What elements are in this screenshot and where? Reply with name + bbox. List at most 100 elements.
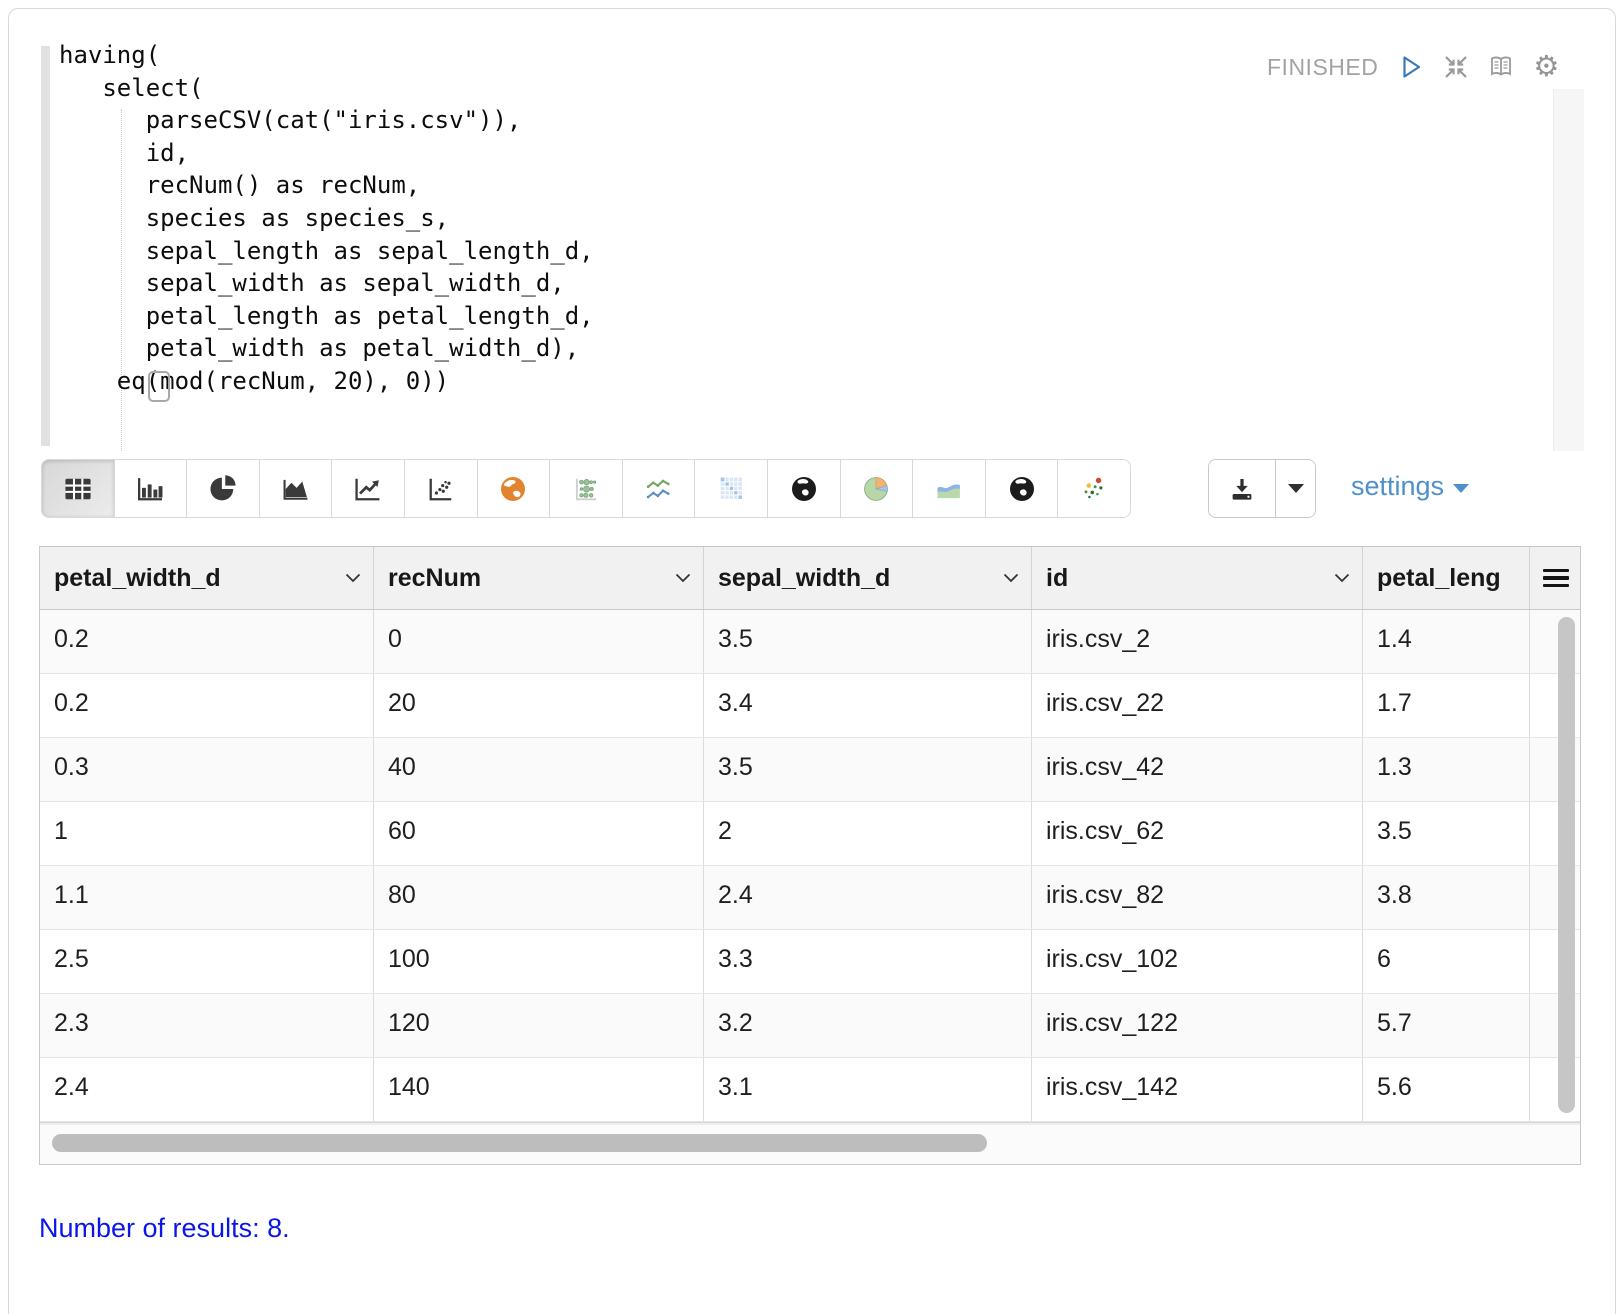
table-cell: 3.8 — [1363, 866, 1530, 929]
paragraph-settings-button[interactable]: ⚙ — [1530, 51, 1562, 83]
collapse-button[interactable] — [1440, 51, 1472, 83]
table-cell: 2 — [704, 802, 1032, 865]
chart-type-globe-button[interactable] — [767, 459, 841, 518]
table-row: 1.1802.4iris.csv_823.8 — [40, 866, 1580, 930]
bracket-match-highlight — [148, 371, 170, 402]
table-row: 2.41403.1iris.csv_1425.6 — [40, 1058, 1580, 1122]
hamburger-icon — [1543, 569, 1569, 588]
table-cell: 6 — [1363, 930, 1530, 993]
editor-gutter — [41, 46, 50, 446]
table-cell: iris.csv_42 — [1032, 738, 1363, 801]
table-cell: iris.csv_2 — [1032, 610, 1363, 673]
notebook-page: having( select( parseCSV(cat("iris.csv")… — [0, 0, 1624, 1314]
chevron-down-icon — [1003, 573, 1019, 583]
editor-scrollbar[interactable] — [1553, 89, 1584, 451]
table-row: 1602iris.csv_623.5 — [40, 802, 1580, 866]
settings-link[interactable]: settings — [1351, 471, 1469, 502]
colored-scatter-icon — [1078, 473, 1110, 505]
column-label: id — [1046, 564, 1068, 593]
table-cell: 3.1 — [704, 1058, 1032, 1121]
settings-label: settings — [1351, 471, 1444, 502]
table-cell: 0.2 — [40, 610, 374, 673]
chart-type-scatter-button[interactable] — [404, 459, 478, 518]
table-body: 0.203.5iris.csv_21.40.2203.4iris.csv_221… — [40, 610, 1580, 1122]
column-header-recnum[interactable]: recNum — [374, 547, 704, 609]
chart-type-cluster-button[interactable] — [1057, 459, 1131, 518]
pie-chart-icon — [207, 473, 239, 505]
table-menu-button[interactable] — [1530, 547, 1580, 609]
table-cell: 1.7 — [1363, 674, 1530, 737]
chart-type-multiline-button[interactable] — [622, 459, 696, 518]
table-cell: 1.3 — [1363, 738, 1530, 801]
gear-icon: ⚙ — [1533, 53, 1559, 82]
chart-type-bar-button[interactable] — [114, 459, 188, 518]
chevron-down-icon — [1288, 484, 1304, 493]
table-horizontal-scrollbar-track — [40, 1122, 1580, 1164]
table-cell: iris.csv_122 — [1032, 994, 1363, 1057]
chart-type-matrix-button[interactable] — [694, 459, 768, 518]
code-editor: having( select( parseCSV(cat("iris.csv")… — [9, 9, 1615, 454]
compress-icon — [1441, 52, 1471, 82]
download-split-button — [1208, 459, 1316, 518]
pastel-pie-icon — [860, 473, 892, 505]
table-row: 0.203.5iris.csv_21.4 — [40, 610, 1580, 674]
column-header-petal-width[interactable]: petal_width_d — [40, 547, 374, 609]
table-cell: 120 — [374, 994, 704, 1057]
table-cell: iris.csv_22 — [1032, 674, 1363, 737]
chart-type-table-button[interactable] — [41, 459, 115, 518]
orange-globe-icon — [497, 473, 529, 505]
table-cell: 3.5 — [704, 738, 1032, 801]
table-cell: 3.4 — [704, 674, 1032, 737]
chart-type-pie2-button[interactable] — [840, 459, 914, 518]
table-cell: 20 — [374, 674, 704, 737]
table-cell: 3.3 — [704, 930, 1032, 993]
chart-type-stream-button[interactable] — [912, 459, 986, 518]
download-button[interactable] — [1209, 460, 1275, 517]
table-cell: 1 — [40, 802, 374, 865]
table-cell: 2.4 — [704, 866, 1032, 929]
stream-area-icon — [933, 473, 965, 505]
table-icon — [62, 473, 94, 505]
table-cell: 2.4 — [40, 1058, 374, 1121]
code-text[interactable]: having( select( parseCSV(cat("iris.csv")… — [59, 39, 594, 398]
table-cell: 1.1 — [40, 866, 374, 929]
table-cell: 140 — [374, 1058, 704, 1121]
table-cell: 60 — [374, 802, 704, 865]
chart-type-bubble-button[interactable] — [549, 459, 623, 518]
table-row: 2.31203.2iris.csv_1225.7 — [40, 994, 1580, 1058]
matrix-heatmap-icon — [715, 473, 747, 505]
chevron-down-icon — [345, 573, 361, 583]
table-cell: 100 — [374, 930, 704, 993]
download-options-button[interactable] — [1275, 460, 1315, 517]
column-header-id[interactable]: id — [1032, 547, 1363, 609]
chart-type-line-button[interactable] — [331, 459, 405, 518]
table-cell: 3.5 — [1363, 802, 1530, 865]
results-count: Number of results: 8. — [39, 1213, 290, 1244]
table-cell: 40 — [374, 738, 704, 801]
visualization-toolbar: settings — [9, 459, 1615, 521]
table-cell: 2.3 — [40, 994, 374, 1057]
chart-type-pie-button[interactable] — [186, 459, 260, 518]
area-chart-icon — [280, 473, 312, 505]
result-table: petal_width_d recNum sepal_width_d id pe… — [39, 546, 1581, 1165]
table-cell: 5.7 — [1363, 994, 1530, 1057]
table-horizontal-scrollbar[interactable] — [52, 1134, 987, 1152]
column-header-petal-length[interactable]: petal_leng — [1363, 547, 1530, 609]
chart-type-group — [41, 459, 1131, 518]
bar-chart-icon — [134, 473, 166, 505]
table-cell: iris.csv_102 — [1032, 930, 1363, 993]
chevron-down-icon — [1453, 484, 1469, 493]
chart-type-area-button[interactable] — [259, 459, 333, 518]
table-cell: 3.2 — [704, 994, 1032, 1057]
table-vertical-scrollbar[interactable] — [1558, 617, 1575, 1113]
column-label: sepal_width_d — [718, 564, 890, 593]
chevron-down-icon — [1334, 573, 1350, 583]
chart-type-globe2-button[interactable] — [985, 459, 1059, 518]
column-header-sepal-width[interactable]: sepal_width_d — [704, 547, 1032, 609]
table-cell: 80 — [374, 866, 704, 929]
run-button[interactable] — [1395, 51, 1427, 83]
chart-type-map-button[interactable] — [477, 459, 551, 518]
show-editor-button[interactable] — [1485, 51, 1517, 83]
table-row: 0.2203.4iris.csv_221.7 — [40, 674, 1580, 738]
table-cell: 5.6 — [1363, 1058, 1530, 1121]
